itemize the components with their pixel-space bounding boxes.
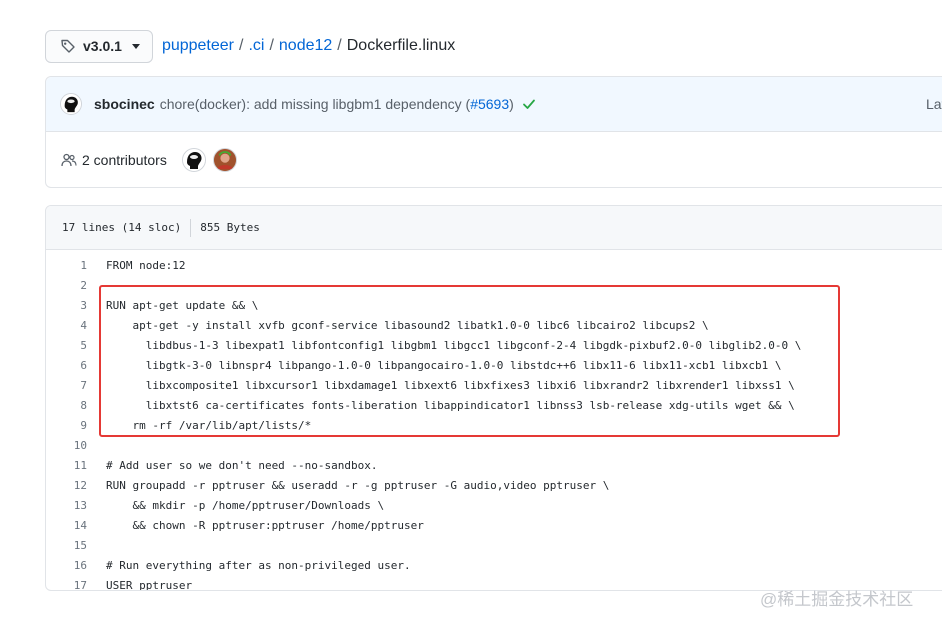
line-content: libdbus-1-3 libexpat1 libfontconfig1 lib…: [106, 338, 802, 352]
line-number[interactable]: 12: [46, 479, 87, 492]
avatar-image-icon: [182, 149, 205, 171]
watermark: @稀土掘金技术社区: [760, 590, 914, 609]
code-line: 13 && mkdir -p /home/pptruser/Downloads …: [46, 495, 942, 515]
line-content: # Run everything after as non-privileged…: [106, 558, 411, 572]
line-content: # Add user so we don't need --no-sandbox…: [106, 458, 378, 472]
contributors-row: 2 contributors: [46, 132, 942, 188]
line-number[interactable]: 9: [46, 419, 87, 432]
line-content: USER pptruser: [106, 578, 193, 591]
avatar-photo-icon: [213, 149, 236, 171]
line-content: libxtst6 ca-certificates fonts-liberatio…: [106, 398, 795, 412]
line-number[interactable]: 11: [46, 459, 87, 472]
contributors-count[interactable]: 2 contributors: [82, 152, 167, 168]
line-number[interactable]: 17: [46, 579, 87, 591]
line-number[interactable]: 4: [46, 319, 87, 332]
line-number[interactable]: 3: [46, 299, 87, 312]
code-block: 1 FROM node:12 2 3 RUN apt-get update && \ 4 …: [46, 250, 942, 591]
code-line: 1 FROM node:12: [46, 255, 942, 275]
code-line: 8 libxtst6 ca-certificates fonts-liberat…: [46, 395, 942, 415]
file-size: 855 Bytes: [200, 221, 260, 234]
divider: [190, 218, 192, 237]
pr-link[interactable]: #5693: [470, 96, 509, 112]
file-viewer: 17 lines (14 sloc) 855 Bytes 1 FROM node:…: [45, 205, 942, 591]
latest-commit-label: Lat: [926, 96, 942, 112]
line-content: RUN groupadd -r pptruser && useradd -r -…: [106, 478, 610, 492]
code-line: 5 libdbus-1-3 libexpat1 libfontconfig1 l…: [46, 335, 942, 355]
check-icon[interactable]: [522, 97, 536, 111]
breadcrumb-node12-link[interactable]: node12: [279, 37, 332, 55]
line-number[interactable]: 10: [46, 439, 87, 452]
line-number[interactable]: 13: [46, 499, 87, 512]
tag-icon: [61, 39, 75, 53]
breadcrumb-ci-link[interactable]: .ci: [248, 37, 264, 55]
tag-select-button[interactable]: v3.0.1: [45, 29, 153, 63]
code-line: 15: [46, 535, 942, 555]
code-line: 10: [46, 435, 942, 455]
commit-message-text[interactable]: chore(docker): add missing libgbm1 depen…: [160, 96, 471, 112]
code-line: 7 libxcomposite1 libxcursor1 libxdamage1…: [46, 375, 942, 395]
line-number[interactable]: 8: [46, 399, 87, 412]
line-number[interactable]: 6: [46, 359, 87, 372]
line-number[interactable]: 16: [46, 559, 87, 572]
code-line: 3 RUN apt-get update && \: [46, 295, 942, 315]
line-content: && chown -R pptruser:pptruser /home/pptr…: [106, 518, 424, 532]
code-line: 2: [46, 275, 942, 295]
code-line: 6 libgtk-3-0 libnspr4 libpango-1.0-0 lib…: [46, 355, 942, 375]
chevron-down-icon: [131, 43, 140, 49]
commit-author-link[interactable]: sbocinec: [94, 96, 155, 112]
contributor-avatar[interactable]: [181, 148, 206, 172]
line-number[interactable]: 1: [46, 259, 87, 272]
breadcrumb-separator: /: [269, 37, 274, 54]
line-number[interactable]: 14: [46, 519, 87, 532]
breadcrumb: puppeteer / .ci / node12 / Dockerfile.li…: [162, 37, 455, 55]
line-number[interactable]: 2: [46, 279, 87, 292]
line-content: && mkdir -p /home/pptruser/Downloads \: [106, 498, 385, 512]
file-line-count: 17 lines (14 sloc): [62, 221, 182, 234]
line-number[interactable]: 7: [46, 379, 87, 392]
breadcrumb-separator: /: [239, 37, 244, 54]
line-content: libgtk-3-0 libnspr4 libpango-1.0-0 libpa…: [106, 358, 782, 372]
breadcrumb-file-name: Dockerfile.linux: [346, 37, 456, 54]
line-content: libxcomposite1 libxcursor1 libxdamage1 l…: [106, 378, 795, 392]
line-content: rm -rf /var/lib/apt/lists/*: [106, 418, 312, 432]
line-content: apt-get -y install xvfb gconf-service li…: [106, 318, 709, 332]
line-number[interactable]: 15: [46, 539, 87, 552]
code-line: 14 && chown -R pptruser:pptruser /home/p…: [46, 515, 942, 535]
line-content: FROM node:12: [106, 258, 186, 272]
code-line: 12 RUN groupadd -r pptruser && useradd -r…: [46, 475, 942, 495]
code-line: 4 apt-get -y install xvfb gconf-service …: [46, 315, 942, 335]
top-bar: v3.0.1 puppeteer / .ci / node12 / Docker…: [45, 29, 455, 63]
commit-message-end: ): [509, 96, 514, 112]
code-line: 11 # Add user so we don't need --no-sandb…: [46, 455, 942, 475]
contributor-avatar[interactable]: [212, 148, 237, 172]
line-number[interactable]: 5: [46, 339, 87, 352]
breadcrumb-separator: /: [337, 37, 342, 54]
author-avatar[interactable]: [60, 93, 82, 115]
line-content: RUN apt-get update && \: [106, 298, 259, 312]
breadcrumb-repo-link[interactable]: puppeteer: [162, 37, 234, 55]
file-info-bar: 17 lines (14 sloc) 855 Bytes: [46, 206, 942, 250]
commit-message[interactable]: chore(docker): add missing libgbm1 depen…: [160, 96, 514, 112]
code-line: 16 # Run everything after as non-privileg…: [46, 555, 942, 575]
latest-commit-row: sbocinec chore(docker): add missing libg…: [46, 77, 942, 132]
code-line: 9 rm -rf /var/lib/apt/lists/*: [46, 415, 942, 435]
tag-label: v3.0.1: [83, 38, 122, 54]
people-icon: [61, 153, 77, 167]
avatar-image-icon: [61, 94, 81, 114]
commit-box: sbocinec chore(docker): add missing libg…: [45, 76, 942, 188]
